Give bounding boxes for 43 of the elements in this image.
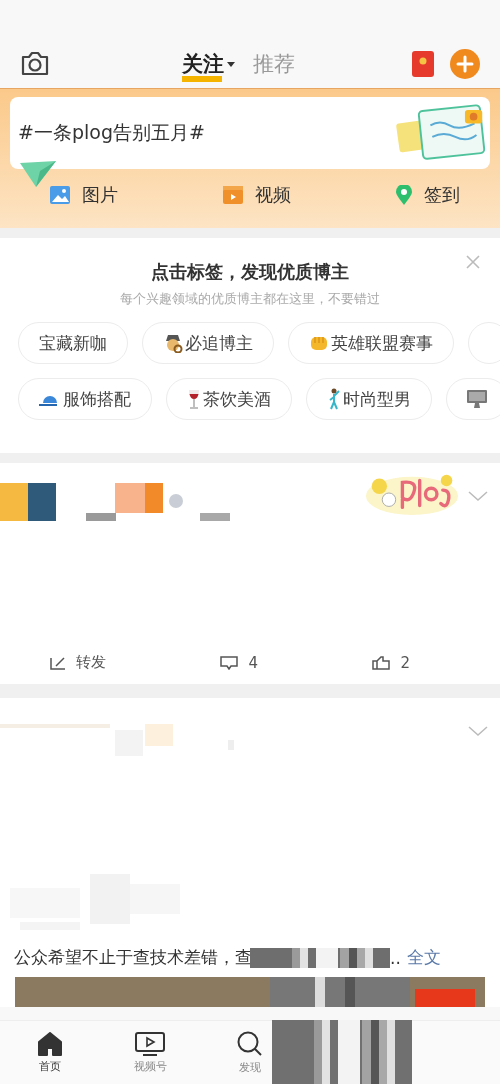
tag-chip[interactable]: 必追博主 xyxy=(142,322,274,364)
recommend-subtitle: 每个兴趣领域的优质博主都在这里，不要错过 xyxy=(119,290,381,308)
tag-chip[interactable]: 宝藏新咖 xyxy=(18,322,128,364)
post-action[interactable]: 转发 xyxy=(50,653,106,672)
chevron-down-icon[interactable] xyxy=(468,491,488,501)
composer-action[interactable]: 签到 xyxy=(396,183,460,207)
tag-chip[interactable] xyxy=(446,378,500,420)
nav-tab[interactable]: 发现 xyxy=(230,1021,270,1084)
clapperboard-icon xyxy=(223,186,243,204)
search-icon xyxy=(237,1030,263,1057)
repost-icon xyxy=(50,655,66,670)
tag-chip[interactable]: 茶饮美酒 xyxy=(166,378,292,420)
play-screen-icon xyxy=(135,1031,165,1056)
home-icon xyxy=(37,1031,63,1056)
composer-action[interactable]: 图片 xyxy=(50,183,118,207)
thumbs-up-icon xyxy=(372,655,391,670)
post-action[interactable]: 2 xyxy=(372,653,410,672)
detective-icon xyxy=(163,333,183,353)
full-text-link[interactable]: 全文 xyxy=(406,946,441,969)
image-icon xyxy=(50,186,70,204)
paper-plane-icon xyxy=(18,159,58,189)
location-pin-icon xyxy=(396,185,412,205)
plus-icon[interactable] xyxy=(450,49,480,79)
composer-action[interactable]: 视频 xyxy=(223,183,291,207)
camera-icon[interactable] xyxy=(20,51,50,77)
topic-field[interactable]: #一条plog告别五月# xyxy=(10,97,490,169)
nav-tab[interactable]: 视频号 xyxy=(130,1021,170,1084)
recommend-title: 点击标签，发现优质博主 xyxy=(150,260,350,284)
envelope-icon[interactable] xyxy=(412,51,434,77)
tag-chip[interactable]: 英雄联盟赛事 xyxy=(288,322,454,364)
dancer-icon xyxy=(327,388,341,410)
tag-chip[interactable]: 服饰搭配 xyxy=(18,378,152,420)
nav-tab[interactable]: 首页 xyxy=(30,1021,70,1084)
chevron-down-icon[interactable] xyxy=(468,726,488,736)
ellipsis-text: .. xyxy=(390,947,401,968)
comment-icon xyxy=(220,655,239,670)
caret-icon xyxy=(227,61,235,67)
tag-chip[interactable]: 时尚型男 xyxy=(306,378,432,420)
close-icon[interactable] xyxy=(466,255,480,269)
post-caption: 公众希望不止于查技术差错，查 xyxy=(14,946,252,969)
monitor-icon xyxy=(467,390,487,408)
wine-glass-icon xyxy=(187,389,201,409)
post-action[interactable]: 4 xyxy=(220,653,258,672)
